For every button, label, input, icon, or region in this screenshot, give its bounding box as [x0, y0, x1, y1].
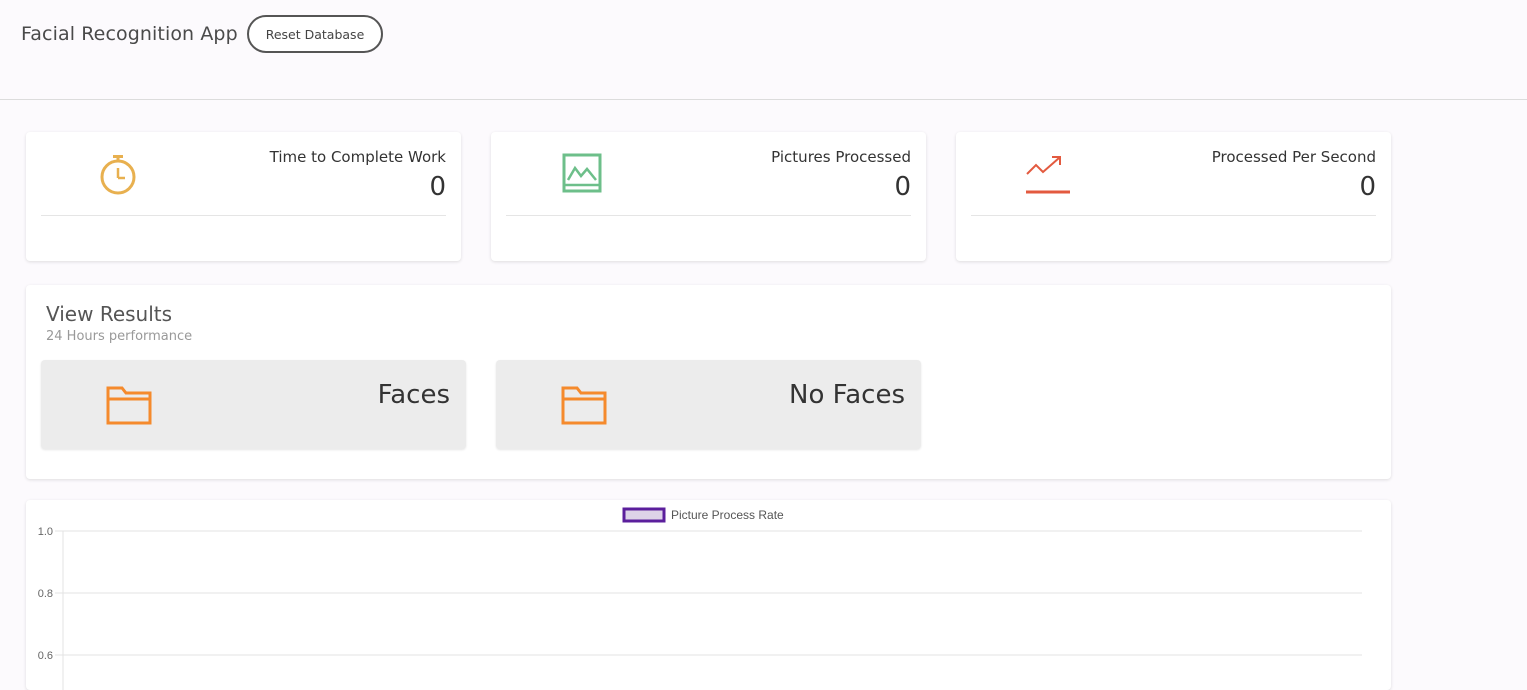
legend-swatch [622, 507, 666, 523]
divider [971, 215, 1376, 216]
stat-card-pictures: Pictures Processed 0 [491, 132, 926, 261]
chart-canvas: Picture Process Rate 1.0 0.8 0.6 [38, 507, 1362, 690]
stat-label: Time to Complete Work [269, 148, 446, 166]
stat-label: Pictures Processed [771, 148, 911, 166]
process-rate-chart: Picture Process Rate 1.0 0.8 0.6 [26, 500, 1391, 690]
divider [41, 215, 446, 216]
results-subtitle: 24 Hours performance [46, 329, 193, 344]
y-tick-label: 1.0 [38, 526, 53, 538]
divider [506, 215, 911, 216]
y-tick-label: 0.6 [38, 650, 53, 662]
view-results-card: View Results 24 Hours performance Faces … [26, 285, 1391, 479]
folder-label: Faces [377, 380, 450, 410]
folder-icon [106, 386, 152, 425]
reset-database-button[interactable]: Reset Database [247, 15, 383, 53]
legend-label: Picture Process Rate [671, 508, 784, 522]
stat-value: 0 [1359, 172, 1376, 202]
app-title: Facial Recognition App [21, 23, 238, 45]
app-header: Facial Recognition App Reset Database [0, 0, 1527, 100]
stat-value: 0 [429, 172, 446, 202]
stat-card-rate: Processed Per Second 0 [956, 132, 1391, 261]
y-tick-label: 0.8 [38, 588, 53, 600]
no-faces-folder-tile[interactable]: No Faces [496, 360, 921, 449]
faces-folder-tile[interactable]: Faces [41, 360, 466, 449]
folder-label: No Faces [789, 380, 905, 410]
stat-value: 0 [894, 172, 911, 202]
trending-up-icon [1026, 156, 1070, 194]
results-title: View Results [46, 302, 173, 326]
stat-card-time: Time to Complete Work 0 [26, 132, 461, 261]
stat-label: Processed Per Second [1211, 148, 1376, 166]
stopwatch-icon [100, 155, 136, 195]
folder-icon [561, 386, 607, 425]
picture-icon [562, 153, 602, 193]
